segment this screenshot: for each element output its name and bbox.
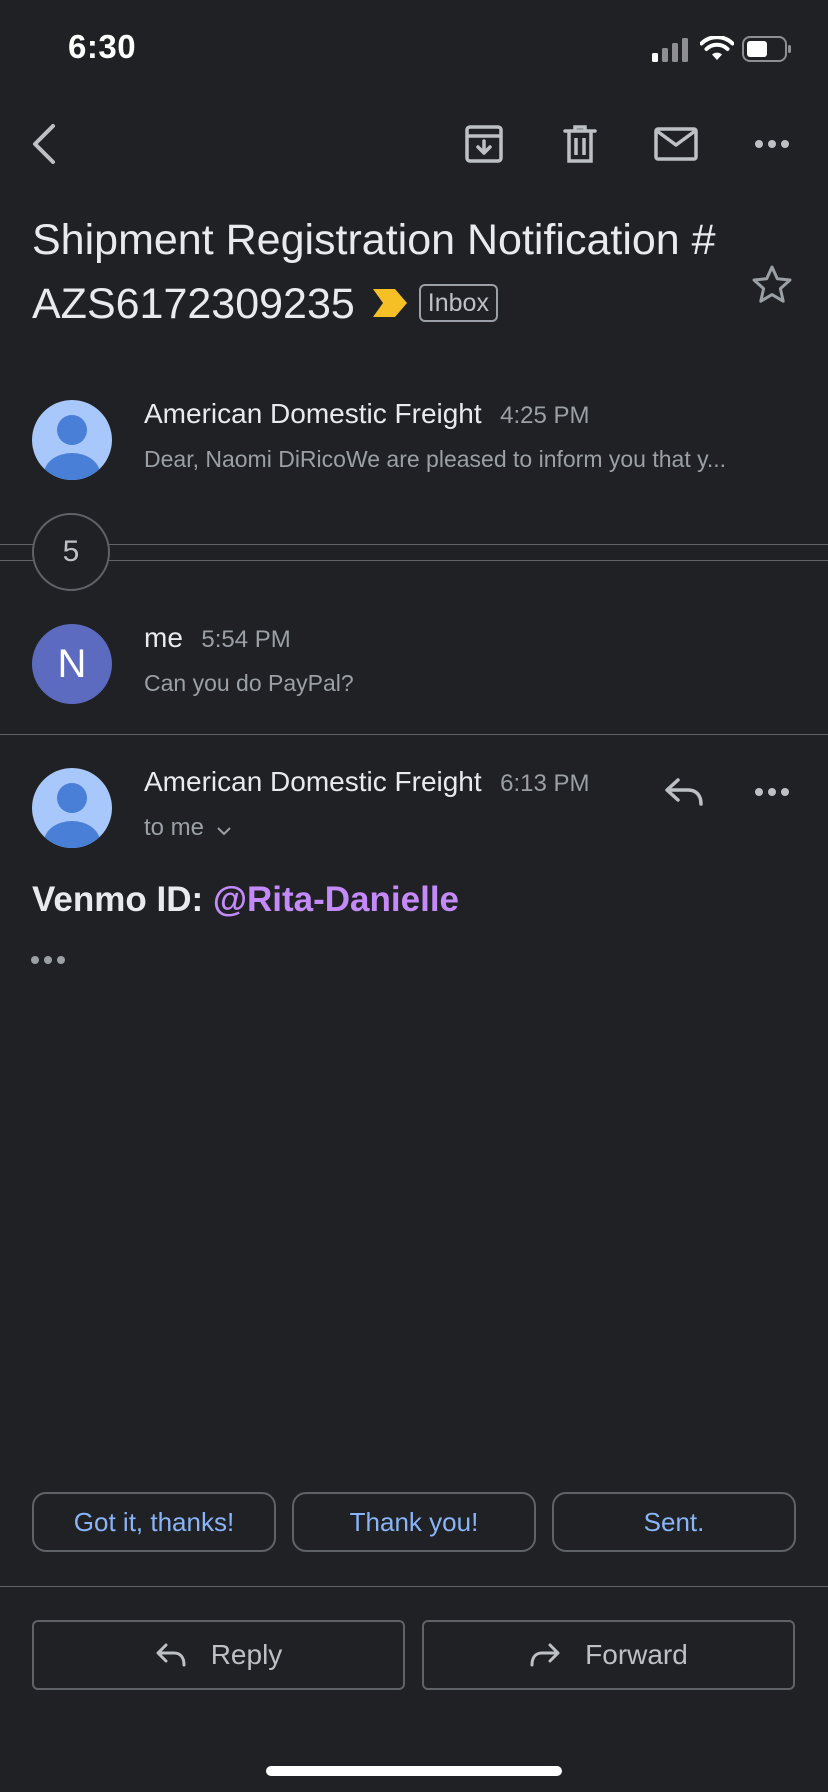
avatar xyxy=(32,400,112,480)
message-snippet: Dear, Naomi DiRicoWe are pleased to info… xyxy=(144,446,727,472)
avatar: N xyxy=(32,624,112,704)
smart-reply-chip[interactable]: Thank you! xyxy=(292,1492,536,1552)
chevron-left-icon xyxy=(33,124,55,164)
venmo-label: Venmo ID: xyxy=(32,880,213,919)
forward-action-button[interactable]: Forward xyxy=(422,1620,795,1690)
more-options-button[interactable] xyxy=(744,116,800,172)
delete-button[interactable] xyxy=(552,116,608,172)
chevron-down-icon xyxy=(217,827,232,836)
home-indicator xyxy=(266,1766,562,1776)
message-snippet: Can you do PayPal? xyxy=(144,670,354,696)
collapsed-messages-count[interactable]: 5 xyxy=(32,513,110,591)
cellular-signal-icon xyxy=(652,38,690,67)
ellipsis-icon xyxy=(31,956,65,964)
battery-icon xyxy=(742,36,792,67)
back-button[interactable] xyxy=(16,116,72,172)
mark-unread-button[interactable] xyxy=(648,116,704,172)
person-icon xyxy=(44,415,100,480)
forward-label: Forward xyxy=(585,1639,688,1670)
divider xyxy=(0,560,828,561)
reply-icon xyxy=(156,1643,186,1667)
sender-name: American Domestic Freight xyxy=(144,398,482,429)
more-horizontal-icon xyxy=(755,788,789,796)
reply-action-button[interactable]: Reply xyxy=(32,1620,405,1690)
important-marker-icon[interactable] xyxy=(372,271,409,335)
show-trimmed-content-button[interactable] xyxy=(30,952,74,972)
recipient-label: to me xyxy=(144,814,205,841)
inbox-label[interactable]: Inbox xyxy=(418,283,498,322)
reply-label: Reply xyxy=(210,1639,283,1670)
message-row[interactable]: N me 5:54 PM Can you do PayPal? xyxy=(0,614,828,724)
message-time: 5:54 PM xyxy=(201,626,291,653)
reply-button[interactable] xyxy=(656,764,712,820)
smart-reply-chip[interactable]: Sent. xyxy=(552,1492,796,1552)
message-time: 6:13 PM xyxy=(500,770,590,797)
smart-reply-chip[interactable]: Got it, thanks! xyxy=(32,1492,276,1552)
venmo-handle[interactable]: @Rita-Danielle xyxy=(213,880,459,919)
divider xyxy=(0,734,828,735)
mail-icon xyxy=(654,127,698,161)
divider xyxy=(0,1586,828,1587)
star-button[interactable] xyxy=(744,256,800,312)
forward-icon xyxy=(530,1643,560,1667)
sender-name: American Domestic Freight xyxy=(144,766,482,797)
message-more-button[interactable] xyxy=(744,764,800,820)
divider xyxy=(0,544,828,545)
recipient-details[interactable]: to me xyxy=(144,814,232,842)
reply-icon xyxy=(665,778,703,806)
trash-icon xyxy=(563,125,597,163)
person-icon xyxy=(44,783,100,848)
star-outline-icon xyxy=(752,265,792,303)
message-row[interactable]: American Domestic Freight 4:25 PM Dear, … xyxy=(0,390,828,500)
wifi-icon xyxy=(699,35,735,67)
message-time: 4:25 PM xyxy=(500,402,590,429)
archive-button[interactable] xyxy=(456,116,512,172)
sender-name: me xyxy=(144,622,183,653)
message-body: Venmo ID: @Rita-Danielle xyxy=(32,880,459,920)
email-subject: Shipment Registration Notification # AZS… xyxy=(32,208,732,339)
status-time: 6:30 xyxy=(68,28,137,65)
archive-icon xyxy=(465,125,503,163)
avatar xyxy=(32,768,112,848)
more-horizontal-icon xyxy=(755,140,789,148)
